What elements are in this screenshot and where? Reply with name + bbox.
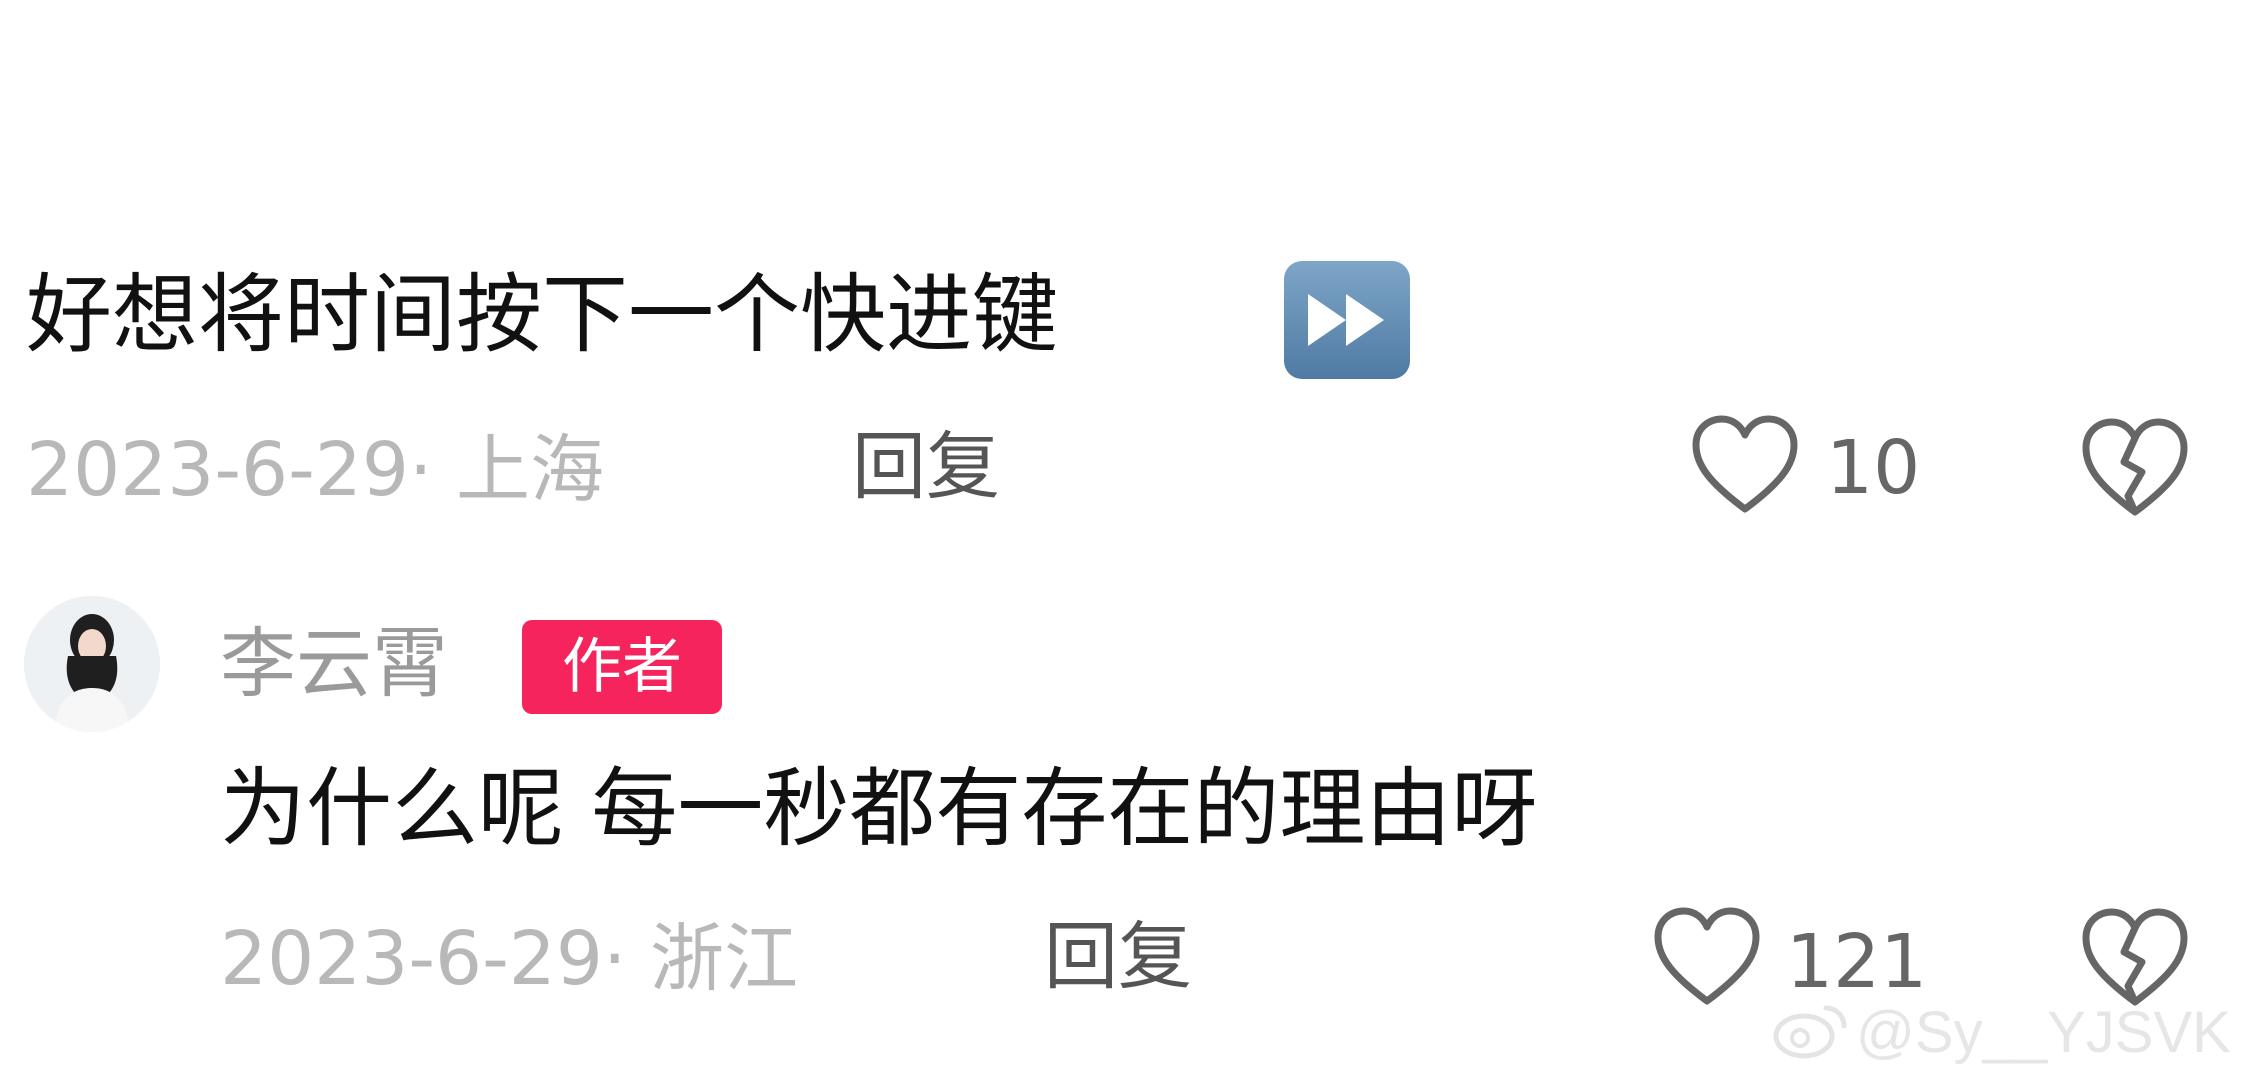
like-button[interactable]: 10 — [1690, 413, 1930, 523]
reply-button[interactable]: 回复 — [1044, 920, 1192, 994]
comment-item: 好想将时间按下一个快进键 2023-6-29· 上海 回复 10 — [0, 0, 2260, 560]
author-badge: 作者 — [522, 620, 722, 714]
like-count: 121 — [1786, 919, 1928, 1005]
comment-text: 好想将时间按下一个快进键 — [26, 265, 1058, 365]
dislike-broken-heart-icon[interactable] — [2080, 416, 2190, 522]
heart-icon — [1654, 907, 1760, 1005]
comment-date-location: 2023-6-29· 上海 — [26, 427, 605, 513]
avatar[interactable] — [24, 596, 160, 732]
comment-username[interactable]: 李云霄 — [220, 626, 448, 702]
comment-text: 为什么呢 每一秒都有存在的理由呀 — [220, 759, 1538, 859]
fast-forward-icon — [1284, 261, 1410, 379]
like-count: 10 — [1826, 425, 1921, 511]
comment-date-location: 2023-6-29· 浙江 — [220, 916, 799, 1002]
heart-icon — [1692, 415, 1798, 513]
weibo-logo-icon — [1773, 1005, 1847, 1059]
watermark: @Sy__YJSVK — [1770, 992, 2250, 1072]
watermark-text: @Sy__YJSVK — [1856, 1000, 2231, 1065]
reply-button[interactable]: 回复 — [852, 430, 1000, 504]
